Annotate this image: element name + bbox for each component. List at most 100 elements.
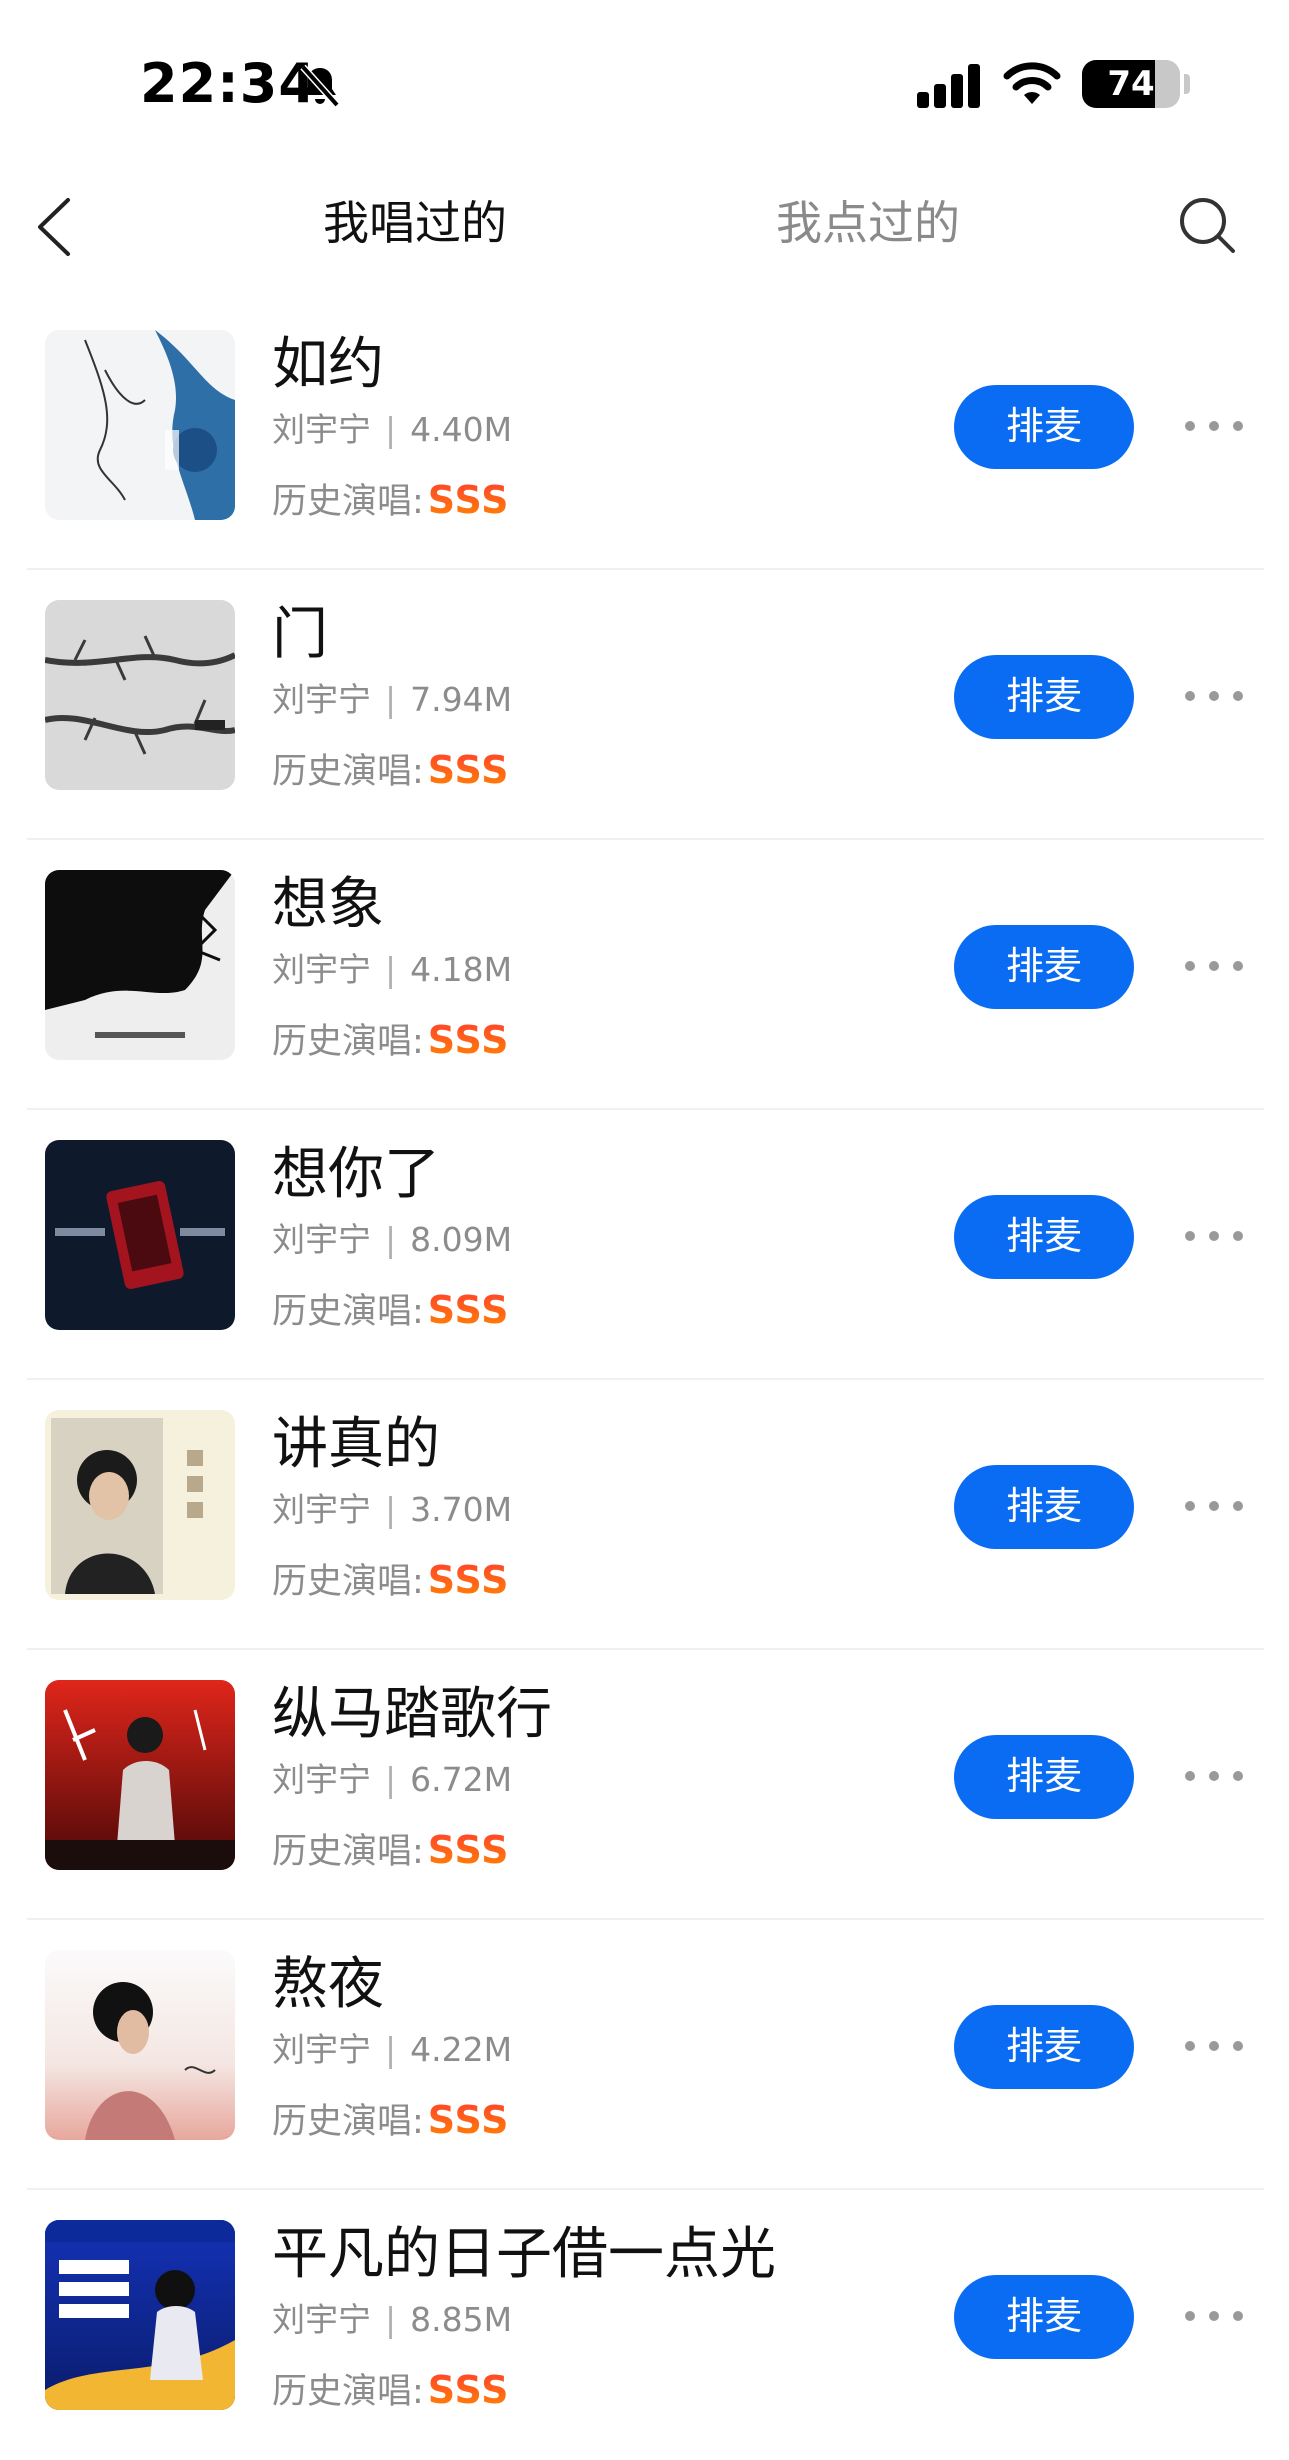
song-meta: 刘宇宁 | 4.18M — [272, 948, 512, 992]
album-cover — [45, 2220, 235, 2410]
album-cover — [45, 1410, 235, 1600]
more-options-icon[interactable] — [1185, 411, 1243, 441]
song-artist: 刘宇宁 — [272, 950, 371, 989]
song-artist: 刘宇宁 — [272, 1760, 371, 1799]
history-grade: SSS — [427, 1558, 510, 1602]
song-size: 6.72M — [410, 1760, 513, 1799]
meta-separator: | — [385, 950, 397, 989]
history-grade: SSS — [427, 478, 510, 522]
song-artist: 刘宇宁 — [272, 1490, 371, 1529]
song-size: 8.85M — [410, 2300, 513, 2339]
history-label: 历史演唱: — [272, 1562, 424, 1602]
tab-sung[interactable]: 我唱过的 — [323, 192, 507, 254]
more-options-icon[interactable] — [1185, 951, 1243, 981]
song-title: 平凡的日子借一点光 — [272, 2222, 776, 2287]
history-label: 历史演唱: — [272, 752, 424, 792]
meta-separator: | — [385, 410, 397, 449]
nav-bar: 我唱过的 我点过的 — [0, 170, 1289, 300]
more-options-icon[interactable] — [1185, 1221, 1243, 1251]
meta-separator: | — [385, 680, 397, 719]
queue-mic-button[interactable]: 排麦 — [954, 1465, 1134, 1549]
song-row[interactable]: 想你了 刘宇宁 | 8.09M 历史演唱: SSS 排麦 — [27, 1110, 1264, 1380]
song-history: 历史演唱: SSS — [272, 1826, 510, 1876]
song-title: 想象 — [272, 872, 384, 937]
status-bar: 22:34 74 — [0, 0, 1289, 170]
song-meta: 刘宇宁 | 6.72M — [272, 1758, 512, 1802]
wifi-icon — [1003, 62, 1061, 104]
battery-cap — [1184, 74, 1190, 94]
song-artist: 刘宇宁 — [272, 1220, 371, 1259]
song-history: 历史演唱: SSS — [272, 2096, 510, 2146]
history-label: 历史演唱: — [272, 1022, 424, 1062]
song-size: 7.94M — [410, 680, 513, 719]
song-meta: 刘宇宁 | 8.09M — [272, 1218, 512, 1262]
history-grade: SSS — [427, 748, 510, 792]
song-history: 历史演唱: SSS — [272, 1556, 510, 1606]
back-chevron-icon[interactable] — [34, 196, 74, 258]
history-label: 历史演唱: — [272, 2102, 424, 2142]
album-cover — [45, 870, 235, 1060]
song-title: 如约 — [272, 332, 384, 397]
song-size: 3.70M — [410, 1490, 513, 1529]
more-options-icon[interactable] — [1185, 681, 1243, 711]
bell-muted-icon — [300, 64, 340, 108]
song-row[interactable]: 平凡的日子借一点光 刘宇宁 | 8.85M 历史演唱: SSS 排麦 — [27, 2190, 1264, 2460]
queue-mic-button[interactable]: 排麦 — [954, 2275, 1134, 2359]
meta-separator: | — [385, 1220, 397, 1259]
album-cover — [45, 1950, 235, 2140]
queue-mic-button[interactable]: 排麦 — [954, 385, 1134, 469]
song-size: 4.18M — [410, 950, 513, 989]
more-options-icon[interactable] — [1185, 2031, 1243, 2061]
more-options-icon[interactable] — [1185, 1491, 1243, 1521]
song-title: 想你了 — [272, 1142, 440, 1207]
song-meta: 刘宇宁 | 4.40M — [272, 408, 512, 452]
battery-icon: 74 — [1082, 60, 1180, 108]
history-grade: SSS — [427, 1828, 510, 1872]
song-meta: 刘宇宁 | 7.94M — [272, 678, 512, 722]
song-row[interactable]: 想象 刘宇宁 | 4.18M 历史演唱: SSS 排麦 — [27, 840, 1264, 1110]
history-label: 历史演唱: — [272, 1292, 424, 1332]
history-grade: SSS — [427, 1018, 510, 1062]
queue-mic-button[interactable]: 排麦 — [954, 655, 1134, 739]
queue-mic-button[interactable]: 排麦 — [954, 1195, 1134, 1279]
song-title: 门 — [272, 602, 328, 667]
album-cover — [45, 1680, 235, 1870]
song-row[interactable]: 纵马踏歌行 刘宇宁 | 6.72M 历史演唱: SSS 排麦 — [27, 1650, 1264, 1920]
song-history: 历史演唱: SSS — [272, 746, 510, 796]
song-title: 熬夜 — [272, 1952, 384, 2017]
more-options-icon[interactable] — [1185, 2301, 1243, 2331]
song-artist: 刘宇宁 — [272, 410, 371, 449]
album-cover — [45, 1140, 235, 1330]
song-row[interactable]: 熬夜 刘宇宁 | 4.22M 历史演唱: SSS 排麦 — [27, 1920, 1264, 2190]
song-title: 纵马踏歌行 — [272, 1682, 552, 1747]
history-grade: SSS — [427, 2368, 510, 2412]
album-cover — [45, 330, 235, 520]
meta-separator: | — [385, 1760, 397, 1799]
song-meta: 刘宇宁 | 3.70M — [272, 1488, 512, 1532]
search-icon[interactable] — [1176, 194, 1238, 256]
song-history: 历史演唱: SSS — [272, 2366, 510, 2416]
queue-mic-button[interactable]: 排麦 — [954, 925, 1134, 1009]
song-artist: 刘宇宁 — [272, 680, 371, 719]
queue-mic-button[interactable]: 排麦 — [954, 2005, 1134, 2089]
song-artist: 刘宇宁 — [272, 2300, 371, 2339]
song-row[interactable]: 门 刘宇宁 | 7.94M 历史演唱: SSS 排麦 — [27, 570, 1264, 840]
song-size: 4.40M — [410, 410, 513, 449]
meta-separator: | — [385, 2300, 397, 2339]
history-label: 历史演唱: — [272, 2372, 424, 2412]
song-size: 4.22M — [410, 2030, 513, 2069]
song-meta: 刘宇宁 | 8.85M — [272, 2298, 512, 2342]
song-row[interactable]: 如约 刘宇宁 | 4.40M 历史演唱: SSS 排麦 — [27, 300, 1264, 570]
song-row[interactable]: 讲真的 刘宇宁 | 3.70M 历史演唱: SSS 排麦 — [27, 1380, 1264, 1650]
queue-mic-button[interactable]: 排麦 — [954, 1735, 1134, 1819]
album-cover — [45, 600, 235, 790]
more-options-icon[interactable] — [1185, 1761, 1243, 1791]
meta-separator: | — [385, 1490, 397, 1529]
status-time: 22:34 — [140, 52, 317, 115]
history-grade: SSS — [427, 2098, 510, 2142]
tab-ordered[interactable]: 我点过的 — [776, 192, 960, 254]
song-artist: 刘宇宁 — [272, 2030, 371, 2069]
history-grade: SSS — [427, 1288, 510, 1332]
cellular-signal-icon — [917, 64, 980, 108]
song-history: 历史演唱: SSS — [272, 476, 510, 526]
